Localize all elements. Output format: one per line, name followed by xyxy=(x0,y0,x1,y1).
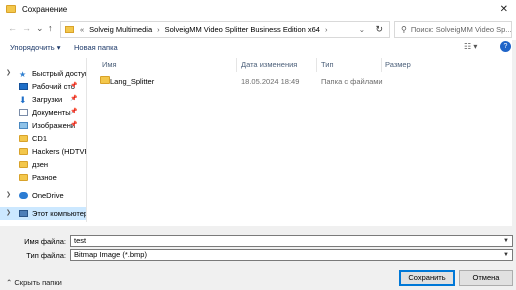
address-dropdown-icon[interactable]: ⌄ xyxy=(359,25,365,34)
pictures-icon xyxy=(19,122,28,129)
expand-arrow-icon[interactable]: ❯ xyxy=(6,191,11,198)
search-icon: ⚲ xyxy=(401,25,407,34)
toolbar: Упорядочить ▾ Новая папка ☷ ▾ ? xyxy=(0,40,516,56)
dialog-footer: Имя файла: test ▼ Тип файла: Bitmap Imag… xyxy=(0,226,516,290)
column-header-name[interactable]: Имя xyxy=(102,60,117,69)
breadcrumb-video-splitter[interactable]: SolveigMM Video Splitter Business Editio… xyxy=(165,25,320,34)
help-icon[interactable]: ? xyxy=(500,41,511,52)
sidebar-item-label: CD1 xyxy=(32,134,48,143)
sidebar-item-cd1[interactable]: CD1 xyxy=(0,132,86,145)
column-divider[interactable] xyxy=(236,58,237,72)
sidebar-item-label: Быстрый доступ xyxy=(32,69,86,78)
chevron-down-icon[interactable]: ▼ xyxy=(503,250,509,260)
address-bar[interactable]: « Solveig Multimedia › SolveigMM Video S… xyxy=(60,21,390,38)
save-dialog: Сохранение ✕ ← → ⌄ ↑ « Solveig Multimedi… xyxy=(0,0,516,290)
nav-pane-divider[interactable] xyxy=(86,58,87,222)
column-header-date[interactable]: Дата изменения xyxy=(241,60,297,69)
expand-arrow-icon[interactable]: ❯ xyxy=(6,69,11,76)
cancel-button[interactable]: Отмена xyxy=(459,270,513,286)
filename-input[interactable]: test ▼ xyxy=(70,235,513,247)
column-header-size[interactable]: Размер xyxy=(385,60,411,69)
sidebar-item-pictures[interactable]: Изображени 📌 xyxy=(0,119,86,132)
folder-icon xyxy=(65,26,74,33)
desktop-icon xyxy=(19,83,28,90)
sidebar-item-hackers[interactable]: Hackers (HDTVR xyxy=(0,145,86,158)
filetype-value: Bitmap Image (*.bmp) xyxy=(74,250,147,259)
sidebar-item-label: Документы xyxy=(32,108,71,117)
downloads-icon: ⬇ xyxy=(19,95,27,105)
sidebar-item-label: Рабочий сто xyxy=(32,82,75,91)
refresh-icon[interactable]: ↻ xyxy=(375,24,383,35)
pin-icon: 📌 xyxy=(70,109,78,115)
filetype-label: Тип файла: xyxy=(26,251,66,260)
onedrive-icon xyxy=(19,192,28,199)
chevron-down-icon[interactable]: ▼ xyxy=(503,236,509,246)
sidebar-item-misc[interactable]: Разное xyxy=(0,171,86,184)
sidebar-item-label: дзен xyxy=(32,160,49,169)
hide-folders-button[interactable]: ⌃ Скрыть папки xyxy=(6,278,62,287)
sidebar-item-label: Разное xyxy=(32,173,57,182)
view-options-icon[interactable]: ☷ ▾ xyxy=(464,42,477,51)
close-icon[interactable]: ✕ xyxy=(500,4,508,15)
save-button[interactable]: Сохранить xyxy=(399,270,455,286)
pin-icon: 📌 xyxy=(70,83,78,89)
sidebar-item-label: OneDrive xyxy=(32,191,64,200)
back-arrow-icon[interactable]: ← xyxy=(8,23,17,34)
breadcrumb-overflow[interactable]: « xyxy=(80,25,84,34)
expand-arrow-icon[interactable]: ❯ xyxy=(6,209,11,216)
new-folder-button[interactable]: Новая папка xyxy=(74,43,118,52)
search-placeholder: Поиск: SolveigMM Video Sp... xyxy=(410,25,512,34)
sidebar-item-quick-access[interactable]: ❯ ★ Быстрый доступ xyxy=(0,67,86,80)
file-row[interactable]: Lang_Splitter 18.05.2024 18:49 Папка с ф… xyxy=(96,74,386,87)
folder-icon xyxy=(19,135,28,142)
window-title: Сохранение xyxy=(22,4,68,14)
folder-icon xyxy=(19,161,28,168)
sidebar-item-downloads[interactable]: ⬇ Загрузки 📌 xyxy=(0,93,86,106)
sidebar-item-label: Загрузки xyxy=(32,95,63,104)
file-type: Папка с файлами xyxy=(321,77,383,86)
filename-value: test xyxy=(74,236,87,245)
up-arrow-icon[interactable]: ↑ xyxy=(48,23,53,34)
vertical-scrollbar[interactable] xyxy=(512,40,516,226)
column-header-type[interactable]: Тип xyxy=(321,60,334,69)
sidebar-item-label: Этот компьютер xyxy=(32,209,86,218)
breadcrumb-separator-icon[interactable]: › xyxy=(325,25,328,34)
recent-locations-icon[interactable]: ⌄ xyxy=(36,23,44,34)
sidebar-item-onedrive[interactable]: ❯ OneDrive xyxy=(0,189,86,202)
pin-icon: 📌 xyxy=(70,122,78,128)
folder-icon xyxy=(19,174,28,181)
star-icon: ★ xyxy=(19,70,27,79)
search-input[interactable]: ⚲ Поиск: SolveigMM Video Sp... xyxy=(394,21,512,38)
filename-label: Имя файла: xyxy=(24,237,66,246)
file-date: 18.05.2024 18:49 xyxy=(241,77,300,86)
organize-button[interactable]: Упорядочить ▾ xyxy=(10,43,60,52)
pin-icon: 📌 xyxy=(70,96,78,102)
sidebar-item-this-pc[interactable]: ❯ Этот компьютер xyxy=(0,207,86,220)
sidebar-item-label: Hackers (HDTVR xyxy=(32,147,86,156)
filetype-select[interactable]: Bitmap Image (*.bmp) ▼ xyxy=(70,249,513,261)
sidebar-item-desktop[interactable]: Рабочий сто 📌 xyxy=(0,80,86,93)
sidebar-item-documents[interactable]: Документы 📌 xyxy=(0,106,86,119)
title-bar: Сохранение ✕ xyxy=(0,0,516,18)
breadcrumb-separator-icon[interactable]: › xyxy=(157,25,160,34)
column-divider[interactable] xyxy=(316,58,317,72)
address-row: ← → ⌄ ↑ « Solveig Multimedia › SolveigMM… xyxy=(0,19,516,39)
app-folder-icon xyxy=(6,5,16,13)
sidebar-item-dzen[interactable]: дзен xyxy=(0,158,86,171)
forward-arrow-icon[interactable]: → xyxy=(22,23,31,34)
navigation-pane: ❯ ★ Быстрый доступ Рабочий сто 📌 ⬇ Загру… xyxy=(0,58,86,222)
breadcrumb-solveig-multimedia[interactable]: Solveig Multimedia xyxy=(89,25,152,34)
documents-icon xyxy=(19,109,28,116)
chevron-up-icon: ⌃ xyxy=(6,278,13,287)
column-divider[interactable] xyxy=(381,58,382,72)
folder-icon xyxy=(100,76,110,84)
computer-icon xyxy=(19,210,28,217)
hide-folders-label: Скрыть папки xyxy=(14,278,62,287)
folder-icon xyxy=(19,148,28,155)
file-name: Lang_Splitter xyxy=(110,77,155,86)
sidebar-item-label: Изображени xyxy=(32,121,76,130)
